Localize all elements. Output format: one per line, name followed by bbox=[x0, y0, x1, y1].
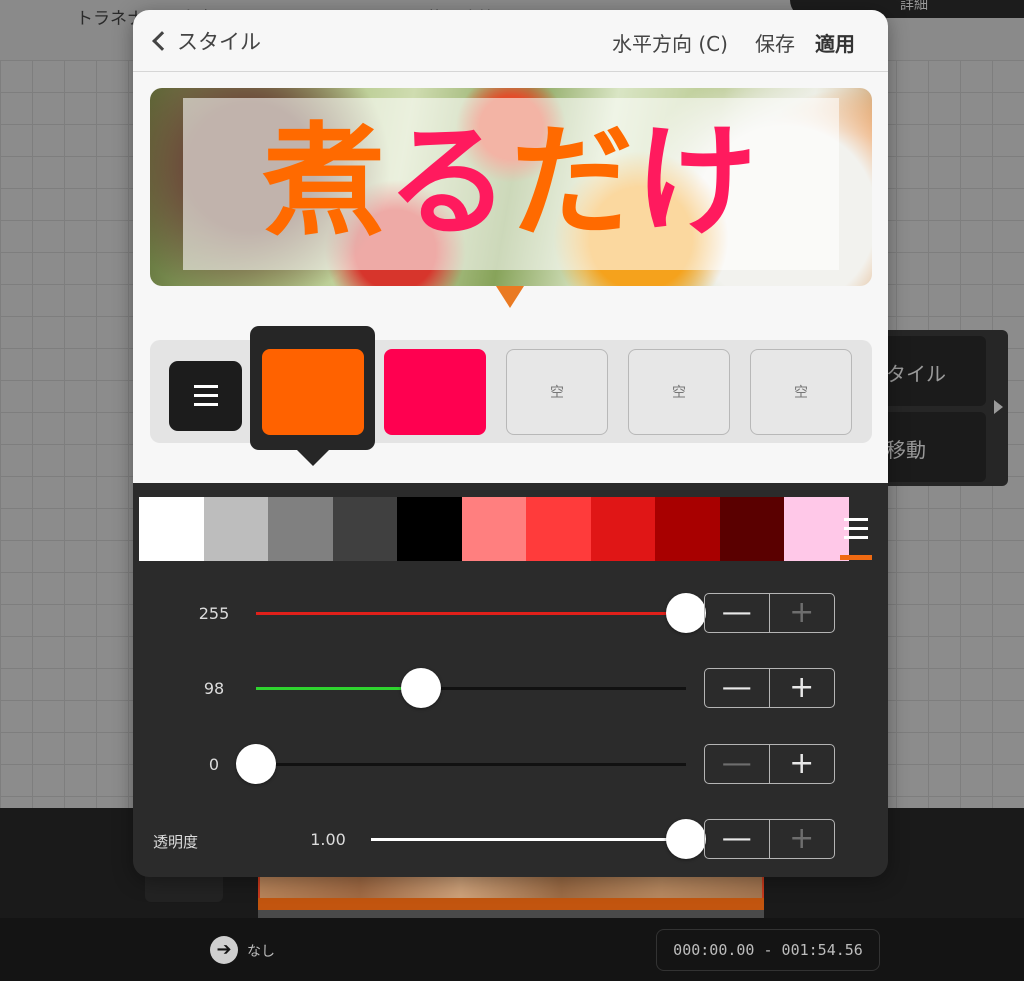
side-menu-style-button[interactable]: タイル bbox=[872, 336, 986, 406]
green-slider-row: 98 — + bbox=[133, 668, 888, 708]
blue-slider-row: 0 — + bbox=[133, 744, 888, 784]
opacity-stepper: — + bbox=[704, 819, 835, 859]
blue-slider-track[interactable] bbox=[256, 763, 686, 766]
blue-increment-button[interactable]: + bbox=[770, 745, 835, 783]
menu-icon-bar bbox=[844, 527, 868, 530]
apply-button[interactable]: 適用 bbox=[815, 28, 855, 57]
opacity-label: 透明度 bbox=[153, 833, 199, 851]
opacity-slider-row: 透明度 1.00 — + bbox=[133, 819, 888, 859]
style-popup: スタイル 水平方向 (C) 保存 適用 煮るだけ 空 空 空 255 — + 9… bbox=[133, 10, 888, 877]
selected-slot-pointer bbox=[297, 450, 329, 466]
palette-menu-button[interactable] bbox=[841, 517, 871, 541]
menu-icon-bar bbox=[194, 394, 218, 397]
color-slot-5-empty[interactable]: 空 bbox=[750, 349, 852, 435]
palette-color-3[interactable] bbox=[268, 497, 333, 561]
timeline-clip-title-layer[interactable] bbox=[258, 898, 764, 910]
back-button-label: スタイル bbox=[177, 30, 261, 54]
timecode-display: 000:00.00 - 001:54.56 bbox=[656, 929, 880, 971]
palette-color-7[interactable] bbox=[526, 497, 591, 561]
green-increment-button[interactable]: + bbox=[770, 669, 835, 707]
side-menu-move-button[interactable]: 移動 bbox=[872, 412, 986, 482]
title-preview-text: 煮るだけ bbox=[183, 96, 839, 268]
color-slot-2[interactable] bbox=[384, 349, 486, 435]
palette-color-8[interactable] bbox=[590, 497, 655, 561]
palette-color-11[interactable] bbox=[784, 497, 849, 561]
opacity-slider-knob[interactable] bbox=[666, 819, 706, 859]
blue-value: 0 bbox=[208, 755, 220, 774]
opacity-decrement-button[interactable]: — bbox=[705, 820, 770, 858]
green-value: 98 bbox=[203, 679, 225, 698]
side-menu-move-label: 移動 bbox=[886, 438, 926, 462]
blue-stepper: — + bbox=[704, 744, 835, 784]
color-palette bbox=[139, 497, 849, 561]
color-slot-3-empty[interactable]: 空 bbox=[506, 349, 608, 435]
opacity-slider-fill bbox=[371, 838, 686, 841]
arrow-right-circle-icon[interactable]: ➔ bbox=[210, 936, 238, 964]
color-slot-4-empty[interactable]: 空 bbox=[628, 349, 730, 435]
menu-icon-bar bbox=[844, 536, 868, 539]
palette-color-9[interactable] bbox=[655, 497, 720, 561]
title-preview: 煮るだけ bbox=[150, 88, 872, 286]
palette-color-5[interactable] bbox=[397, 497, 462, 561]
menu-icon bbox=[844, 518, 868, 521]
green-slider-fill bbox=[256, 687, 422, 690]
palette-color-2[interactable] bbox=[203, 497, 268, 561]
color-slot-1[interactable] bbox=[262, 349, 364, 435]
menu-icon-bar bbox=[194, 403, 218, 406]
blue-decrement-button[interactable]: — bbox=[705, 745, 770, 783]
save-button[interactable]: 保存 bbox=[755, 28, 795, 57]
back-button[interactable]: スタイル bbox=[149, 24, 261, 58]
opacity-value: 1.00 bbox=[310, 830, 346, 849]
transition-label: なし bbox=[247, 944, 275, 960]
title-char-2: る bbox=[387, 111, 511, 253]
timeline-clip-audio bbox=[258, 910, 764, 918]
menu-icon bbox=[194, 385, 218, 388]
color-slot-menu-button[interactable] bbox=[169, 361, 242, 431]
red-decrement-button[interactable]: — bbox=[705, 594, 770, 632]
side-menu-expand-icon[interactable] bbox=[994, 400, 1003, 414]
preview-pointer bbox=[496, 286, 524, 308]
chevron-left-icon bbox=[152, 31, 172, 51]
red-slider-row: 255 — + bbox=[133, 593, 888, 633]
orientation-button[interactable]: 水平方向 (C) bbox=[612, 28, 728, 57]
red-slider-fill bbox=[256, 612, 686, 615]
opacity-increment-button[interactable]: + bbox=[770, 820, 835, 858]
green-decrement-button[interactable]: — bbox=[705, 669, 770, 707]
title-char-4: け bbox=[635, 111, 759, 253]
palette-color-1[interactable] bbox=[139, 497, 204, 561]
palette-color-4[interactable] bbox=[332, 497, 397, 561]
title-char-1: 煮 bbox=[263, 111, 387, 253]
palette-color-6[interactable] bbox=[461, 497, 526, 561]
red-stepper: — + bbox=[704, 593, 835, 633]
green-slider-knob[interactable] bbox=[401, 668, 442, 708]
blue-slider-knob[interactable] bbox=[236, 744, 276, 784]
green-stepper: — + bbox=[704, 668, 835, 708]
popup-nav-bar: スタイル 水平方向 (C) 保存 適用 bbox=[133, 10, 888, 72]
side-menu-style-label: タイル bbox=[886, 362, 946, 386]
red-value: 255 bbox=[198, 604, 230, 623]
detail-button-label: 詳細 bbox=[900, 0, 928, 13]
red-slider-knob[interactable] bbox=[666, 593, 706, 633]
title-char-3: だ bbox=[511, 111, 635, 253]
red-increment-button[interactable]: + bbox=[770, 594, 835, 632]
palette-color-10[interactable] bbox=[719, 497, 784, 561]
palette-tab-indicator bbox=[840, 555, 872, 560]
